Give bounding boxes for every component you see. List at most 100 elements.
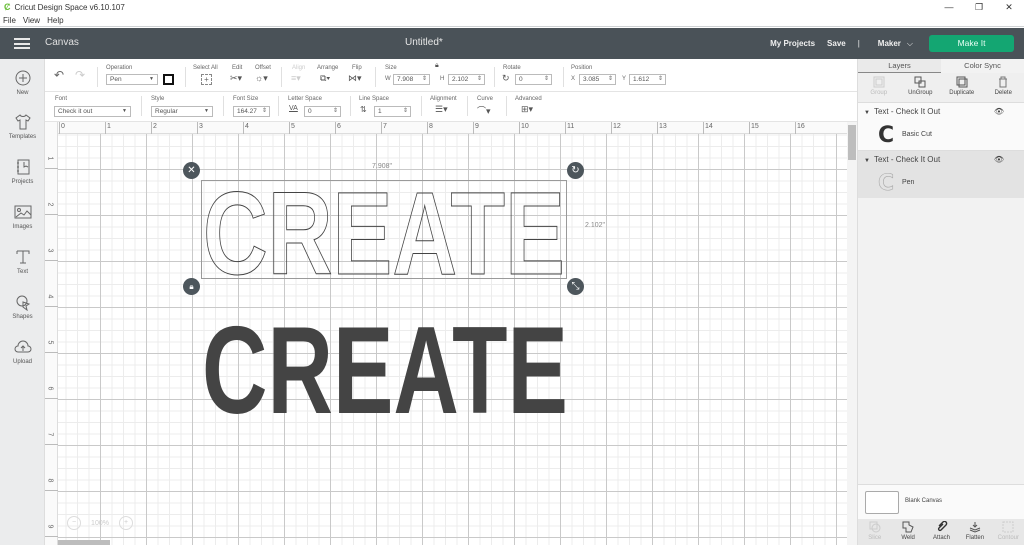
ruler-left-tick-label: 1: [46, 156, 54, 161]
canvas-vertical-scrollbar[interactable]: [847, 122, 857, 545]
advanced-label: Advanced: [515, 96, 542, 102]
x-position-input[interactable]: 3.085 ⇕: [579, 74, 616, 85]
canvas-color-swatch[interactable]: [865, 491, 899, 514]
ruler-left-tick-label: 2: [46, 202, 54, 207]
x-value: 3.085: [583, 76, 600, 83]
operation-label: Operation: [106, 65, 133, 71]
line-space-input[interactable]: 1 ⇕: [374, 106, 411, 117]
solid-create-text[interactable]: CREATE: [200, 310, 570, 418]
weld-button[interactable]: Weld: [891, 519, 924, 545]
eye-visibility-icon[interactable]: 👁︎: [994, 151, 1004, 168]
layers-panel: Layers Color Sync Group UnGroup Duplicat…: [857, 59, 1024, 545]
spinner-icon[interactable]: ⇕: [658, 75, 663, 84]
ruler-tick: [795, 122, 796, 134]
alignment-icon[interactable]: ☰▾: [435, 104, 448, 115]
tab-layers[interactable]: Layers: [858, 59, 941, 73]
spinner-icon[interactable]: ⇕: [403, 107, 408, 116]
flip-icon[interactable]: ⋈▾: [348, 73, 362, 84]
lock-ratio-icon[interactable]: 🔒︎: [435, 62, 439, 70]
y-position-input[interactable]: 1.612 ⇕: [629, 74, 666, 85]
spinner-icon[interactable]: ⇕: [333, 107, 338, 116]
height-dimension-label: 2.102": [585, 222, 606, 229]
hamburger-menu-icon[interactable]: [14, 38, 30, 49]
close-window-button[interactable]: ✕: [994, 0, 1024, 14]
dropdown-arrow-icon: ▼: [122, 108, 127, 114]
menu-help[interactable]: Help: [47, 16, 63, 25]
contour-button[interactable]: Contour: [992, 519, 1024, 545]
style-select[interactable]: Regular ▼: [151, 106, 213, 117]
menu-file[interactable]: File: [3, 16, 16, 25]
save-button[interactable]: Save: [827, 39, 846, 48]
sidebar-item-templates[interactable]: Templates: [0, 113, 45, 140]
layer-group[interactable]: ▼ Text - Check It Out 👁︎ C Basic Cut: [858, 103, 1024, 150]
ungroup-button[interactable]: UnGroup: [900, 73, 942, 102]
delete-button[interactable]: Delete: [983, 73, 1024, 102]
weld-icon: [902, 521, 914, 533]
make-it-button[interactable]: Make It: [929, 35, 1014, 52]
design-canvas[interactable]: 0 1 2 3 4 5 6 7 8 9 10 11 12 13 14 15 16 123456789 CREAT…: [45, 122, 847, 545]
advanced-icon[interactable]: ⊞▾: [521, 104, 533, 115]
flatten-button[interactable]: Flatten: [958, 519, 991, 545]
sidebar-label: Images: [12, 224, 33, 230]
zoom-out-button[interactable]: −: [67, 516, 81, 530]
sidebar-item-images[interactable]: Images: [0, 203, 45, 230]
my-projects-link[interactable]: My Projects: [770, 39, 815, 48]
rotate-value: 0: [519, 76, 523, 83]
font-size-input[interactable]: 164.27 ⇕: [233, 106, 270, 117]
ruler-tick: [611, 122, 612, 134]
layer-group[interactable]: ▼ Text - Check It Out 👁︎ C Pen: [858, 150, 1024, 198]
pen-color-swatch[interactable]: [163, 74, 174, 85]
sidebar-item-text[interactable]: Text: [0, 248, 45, 275]
lock-handle-icon[interactable]: 🔒︎: [183, 278, 200, 295]
sidebar-item-upload[interactable]: Upload: [0, 338, 45, 365]
outline-create-text[interactable]: CREATE: [201, 178, 567, 280]
eye-visibility-icon[interactable]: 👁︎: [994, 103, 1004, 120]
spinner-icon[interactable]: ⇕: [477, 75, 482, 84]
canvas-horizontal-scrollbar[interactable]: [58, 540, 110, 545]
attach-button[interactable]: Attach: [925, 519, 958, 545]
select-all-icon[interactable]: +: [201, 74, 212, 85]
arrange-icon[interactable]: ⧉▾: [320, 73, 330, 84]
sidebar-item-new[interactable]: New: [0, 69, 45, 96]
spinner-icon[interactable]: ⇕: [544, 75, 549, 84]
layer-item[interactable]: C Pen: [858, 168, 1024, 198]
operation-select[interactable]: Pen ▼: [106, 74, 158, 85]
duplicate-button[interactable]: Duplicate: [941, 73, 983, 102]
offset-icon[interactable]: ☼▾: [255, 73, 268, 84]
restore-button[interactable]: ❐: [964, 0, 994, 14]
rotate-input[interactable]: 0 ⇕: [515, 74, 552, 85]
slice-button[interactable]: Slice: [858, 519, 891, 545]
spinner-icon[interactable]: ⇕: [422, 75, 427, 84]
width-input[interactable]: 7.908 ⇕: [393, 74, 430, 85]
redo-icon[interactable]: ↷: [75, 68, 85, 82]
height-input[interactable]: 2.102 ⇕: [448, 74, 485, 85]
delete-handle-icon[interactable]: ✕: [183, 162, 200, 179]
edit-scissors-icon[interactable]: ✂▾: [230, 73, 242, 84]
undo-icon[interactable]: ↶: [54, 68, 64, 82]
group-button[interactable]: Group: [858, 73, 900, 102]
machine-select[interactable]: Maker ⌵: [878, 39, 913, 49]
sidebar-item-shapes[interactable]: Shapes: [0, 293, 45, 320]
ruler-tick: [703, 122, 704, 134]
zoom-in-button[interactable]: +: [119, 516, 133, 530]
font-select[interactable]: Check it out ▼: [54, 106, 131, 117]
collapse-arrow-icon[interactable]: ▼: [864, 110, 870, 116]
scrollbar-thumb[interactable]: [848, 125, 856, 160]
letter-space-input[interactable]: 0 ⇕: [304, 106, 341, 117]
curve-icon[interactable]: ⌒▾: [477, 104, 491, 117]
rotate-handle-icon[interactable]: ↻: [567, 162, 584, 179]
spinner-icon[interactable]: ⇕: [608, 75, 613, 84]
menu-view[interactable]: View: [23, 16, 40, 25]
align-icon[interactable]: ≡▾: [291, 73, 301, 84]
sidebar-label: Upload: [12, 359, 32, 365]
duplicate-icon: [956, 76, 968, 88]
spinner-icon[interactable]: ⇕: [262, 107, 267, 116]
ruler-top-tick-label: 3: [199, 123, 203, 130]
resize-handle-icon[interactable]: ⤡: [567, 278, 584, 295]
minimize-button[interactable]: —: [934, 0, 964, 14]
collapse-arrow-icon[interactable]: ▼: [864, 158, 870, 164]
tab-color-sync[interactable]: Color Sync: [941, 59, 1024, 73]
sidebar-item-projects[interactable]: Projects: [0, 158, 45, 185]
layer-item[interactable]: C Basic Cut: [858, 120, 1024, 150]
blank-canvas-layer[interactable]: Blank Canvas: [858, 484, 1024, 519]
